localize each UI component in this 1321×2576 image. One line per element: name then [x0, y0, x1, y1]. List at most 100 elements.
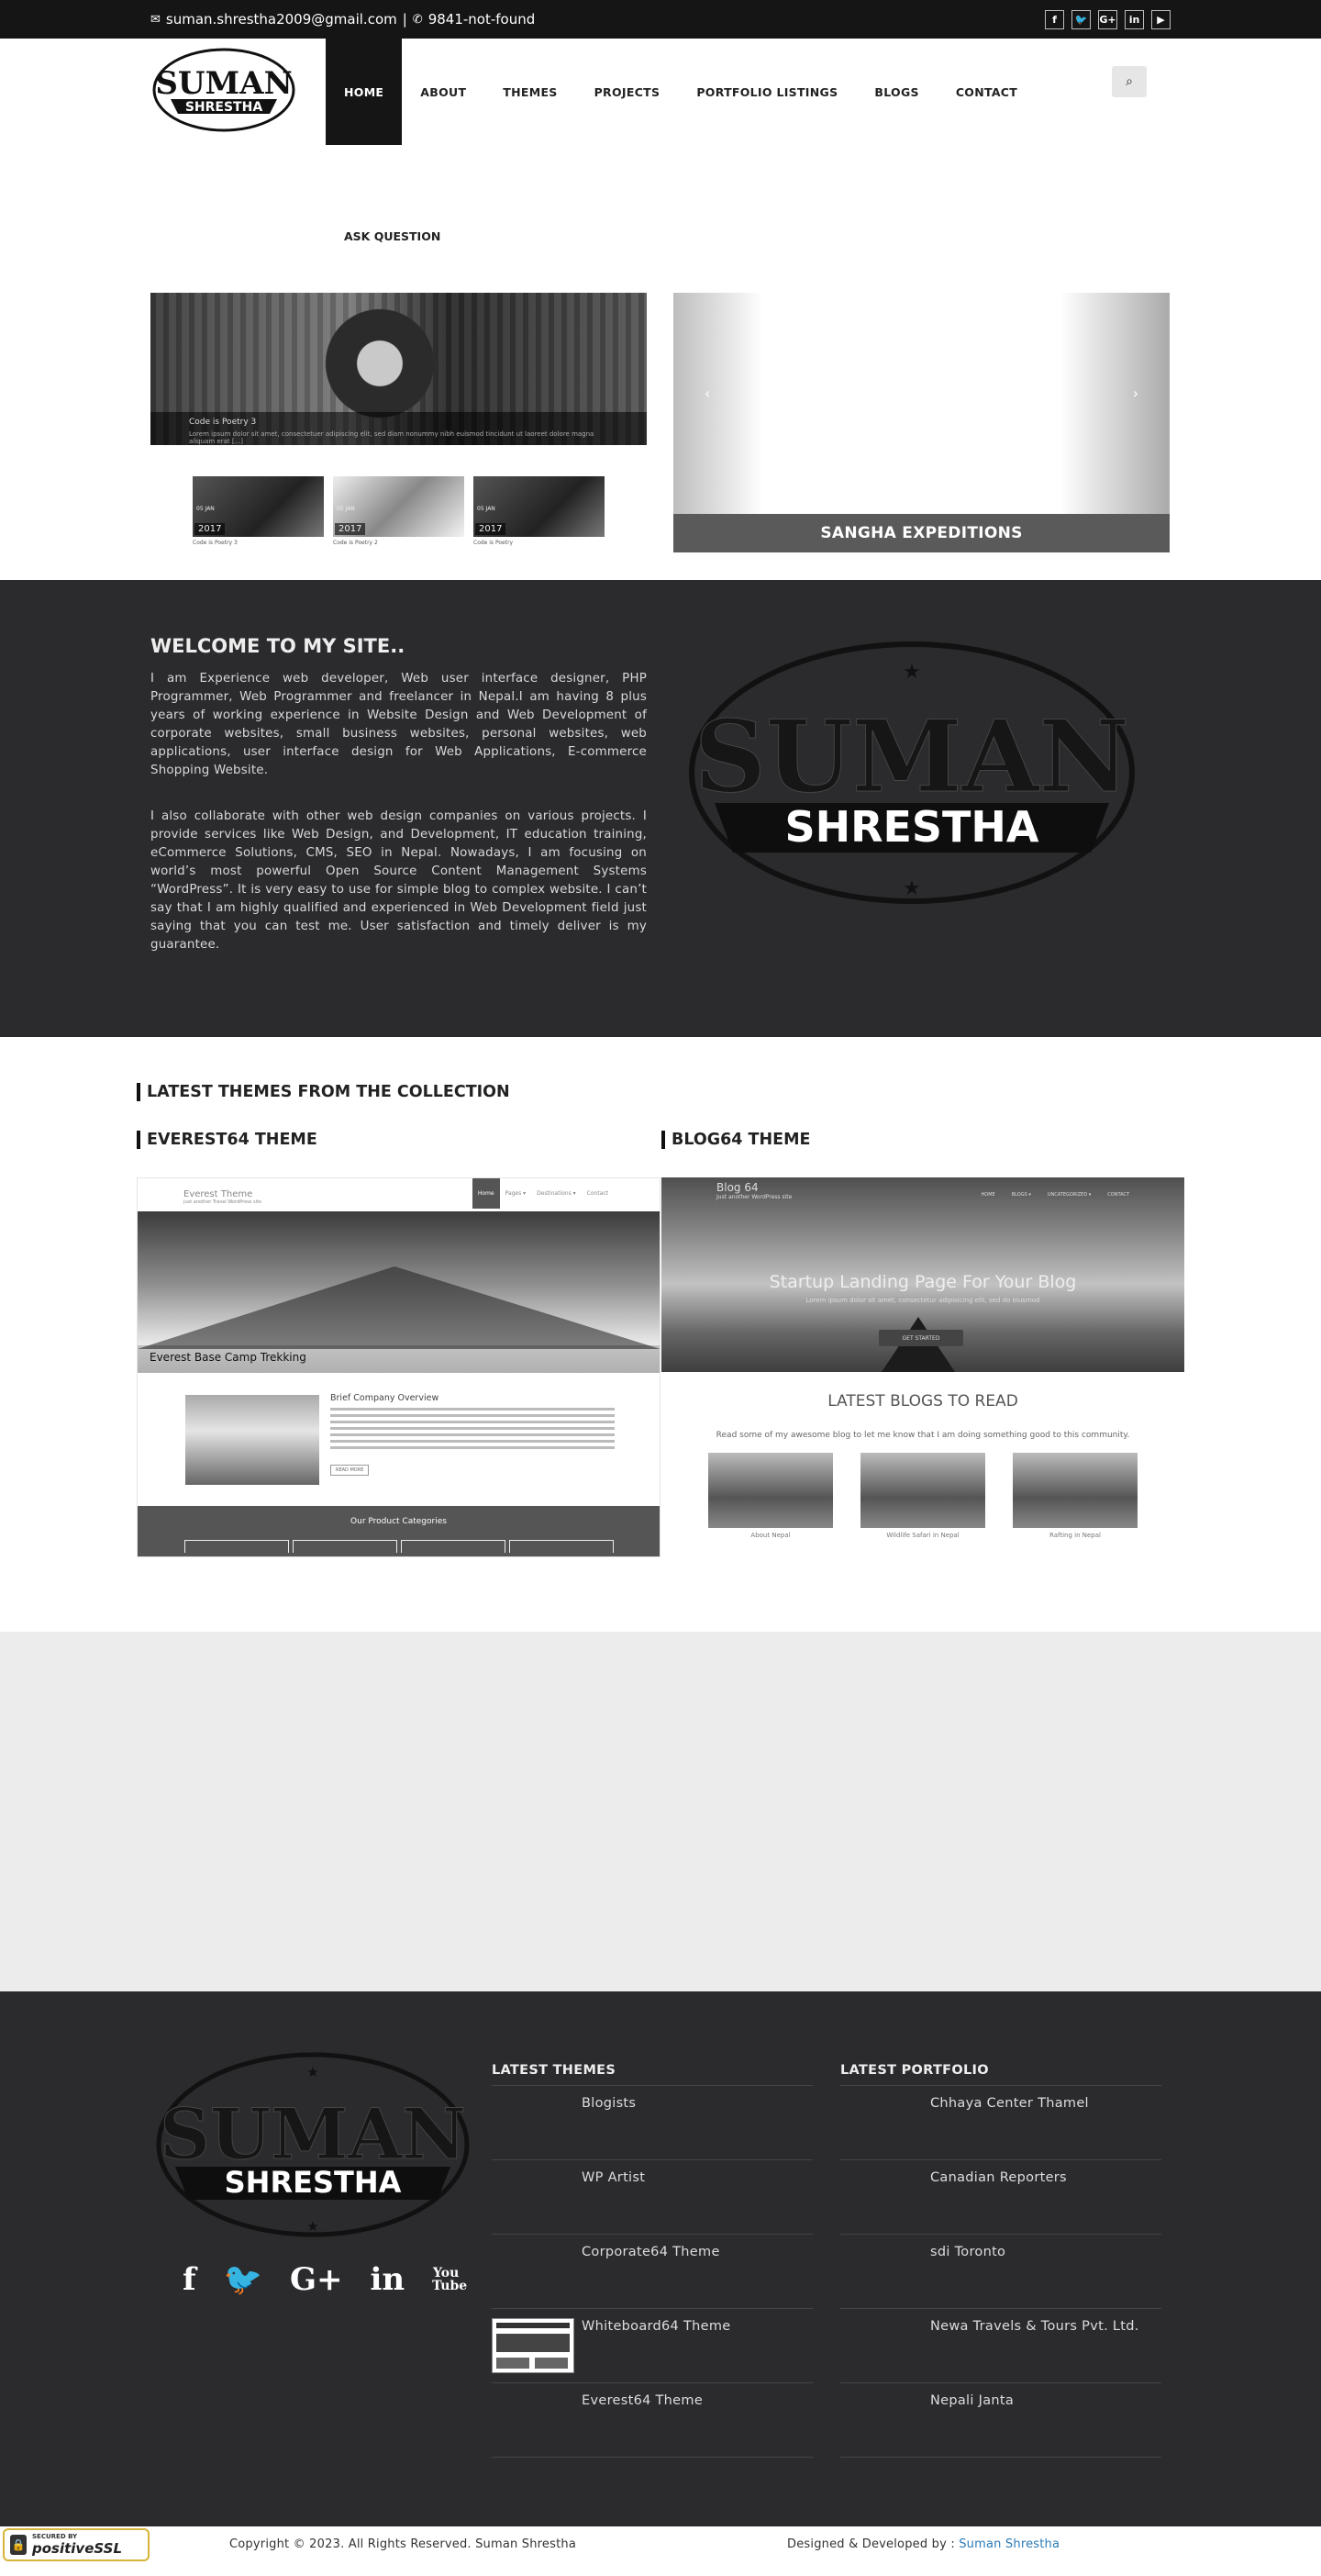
search-button[interactable]: ⌕: [1112, 66, 1147, 97]
menu-home[interactable]: HOME: [326, 39, 403, 145]
menu-ask-question[interactable]: ASK QUESTION: [344, 229, 440, 243]
facebook-icon[interactable]: f: [183, 2261, 196, 2298]
phone-icon: ✆: [412, 12, 423, 27]
preview-nav-item: Contact: [586, 1190, 608, 1197]
preview-nav-item: BLOGS ▾: [1011, 1192, 1031, 1198]
latest-theme-link[interactable]: Whiteboard64 Theme: [582, 2319, 731, 2334]
preview-hero: Blog 64 Just another WordPress site HOME …: [661, 1177, 1184, 1372]
welcome-paragraph-1: I am Experience web developer, Web user …: [150, 672, 647, 777]
portfolio-link[interactable]: sdi Toronto: [930, 2245, 1005, 2259]
slide-title[interactable]: Code is Poetry 3: [189, 418, 608, 427]
portfolio-link[interactable]: Newa Travels & Tours Pvt. Ltd.: [930, 2319, 1139, 2334]
site-logo[interactable]: SUMAN SHRESTHA: [150, 46, 297, 138]
featured-slider: Code is Poetry 3 Lorem ipsum dolor sit a…: [150, 293, 647, 552]
preview-banner: Everest Base Camp Trekking: [138, 1211, 660, 1373]
portfolio-link[interactable]: Chhaya Center Thamel: [930, 2096, 1089, 2111]
latest-themes-column: LATEST THEMES Blogists WP Artist Corpora…: [492, 2063, 813, 2458]
themes-section: LATEST THEMES FROM THE COLLECTION EVERES…: [137, 1037, 1184, 1632]
preview-tagline: Just another WordPress site: [716, 1194, 793, 1200]
twitter-icon[interactable]: 🐦: [1071, 9, 1091, 29]
preview-latest-sub: Read some of my awesome blog to let me k…: [716, 1431, 1130, 1440]
contact-info: ✉ suman.shrestha2009@gmail.com | ✆ 9841-…: [150, 11, 535, 28]
latest-theme-link[interactable]: Corporate64 Theme: [582, 2245, 720, 2259]
preview-categories-title: Our Product Categories: [350, 1517, 447, 1526]
preview-post-caption: Wildlife Safari in Nepal: [886, 1532, 960, 1539]
menu-themes[interactable]: THEMES: [484, 39, 575, 145]
hero-section: Code is Poetry 3 Lorem ipsum dolor sit a…: [150, 254, 1171, 580]
welcome-title: WELCOME TO MY SITE..: [150, 635, 405, 657]
email-link[interactable]: suman.shrestha2009@gmail.com: [166, 11, 397, 28]
carousel-caption[interactable]: SANGHA EXPEDITIONS: [673, 514, 1170, 552]
google-plus-icon[interactable]: G+: [1098, 9, 1117, 29]
top-social-links: f 🐦 G+ in ▶: [1045, 9, 1171, 29]
linkedin-icon[interactable]: in: [1125, 9, 1144, 29]
themes-section-title: LATEST THEMES FROM THE COLLECTION: [137, 1083, 510, 1101]
latest-theme-link[interactable]: WP Artist: [582, 2170, 645, 2185]
linkedin-icon[interactable]: in: [371, 2261, 405, 2298]
theme-thumbnail[interactable]: [492, 2318, 574, 2373]
menu-projects[interactable]: PROJECTS: [576, 39, 679, 145]
blog64-theme-preview[interactable]: Blog 64 Just another WordPress site HOME …: [661, 1177, 1184, 1557]
google-plus-icon[interactable]: G+: [290, 2261, 343, 2298]
slide-thumbnails: 05 JAN 2017 Code is Poetry 3 05 JAN 2017 C…: [193, 476, 647, 546]
list-item: Blogists: [492, 2086, 813, 2160]
preview-header: Everest Theme Just another Travel WordPr…: [138, 1178, 660, 1211]
thumb-label: Code is Poetry 2: [333, 540, 378, 546]
theme2-title[interactable]: BLOG64 THEME: [661, 1131, 810, 1149]
welcome-logo-sub-text: SHRESTHA: [784, 802, 1038, 852]
thumbnail-item[interactable]: 05 JAN 2017 Code is Poetry 2: [333, 476, 464, 546]
preview-nav-item: CONTACT: [1107, 1192, 1129, 1198]
designer-link[interactable]: Suman Shrestha: [959, 2537, 1060, 2551]
search-icon: ⌕: [1126, 74, 1133, 89]
preview-site-name: Everest Theme: [183, 1189, 253, 1199]
logo-text-main: SUMAN: [155, 65, 292, 102]
latest-theme-link[interactable]: Blogists: [582, 2096, 636, 2111]
svg-text:★: ★: [903, 877, 921, 900]
preview-site-name: Blog 64: [716, 1181, 759, 1194]
preview-categories: Our Product Categories: [138, 1506, 660, 1556]
twitter-icon[interactable]: 🐦: [224, 2261, 262, 2298]
preview-subline: Lorem ipsum dolor sit amet, consectetur …: [805, 1297, 1040, 1304]
preview-nav-item: Destinations ▾: [537, 1190, 576, 1197]
menu-blogs[interactable]: BLOGS: [856, 39, 937, 145]
carousel-prev-icon[interactable]: ‹: [705, 385, 710, 402]
ssl-badge[interactable]: 🔒 SECURED BY positiveSSL: [3, 2528, 150, 2561]
main-header: SUMAN SHRESTHA HOME ABOUT THEMES PROJECT…: [150, 39, 1171, 254]
carousel-next-icon[interactable]: ›: [1133, 385, 1138, 402]
portfolio-link[interactable]: Nepali Janta: [930, 2393, 1014, 2408]
thumb-label: Code is Poetry: [473, 540, 514, 546]
list-item: Corporate64 Theme: [492, 2235, 813, 2309]
slide-image: [325, 293, 435, 421]
preview-nav-item: HOME: [981, 1192, 995, 1198]
facebook-icon[interactable]: f: [1045, 9, 1064, 29]
preview-brief: Brief Company Overview READ MORE: [138, 1373, 660, 1485]
welcome-logo: ★ ★ SUMAN SHRESTHA: [687, 640, 1137, 906]
list-item: Canadian Reporters: [840, 2160, 1161, 2235]
theme1-title[interactable]: EVEREST64 THEME: [137, 1131, 317, 1149]
everest-theme-preview[interactable]: Everest Theme Just another Travel WordPr…: [137, 1177, 660, 1557]
thumbnail-item[interactable]: 05 JAN 2017 Code is Poetry: [473, 476, 605, 546]
logo-text-sub: SHRESTHA: [185, 100, 262, 115]
youtube-icon[interactable]: ▶: [1151, 9, 1171, 29]
thumbnail-item[interactable]: 05 JAN 2017 Code is Poetry 3: [193, 476, 324, 546]
menu-about[interactable]: ABOUT: [402, 39, 484, 145]
top-bar: ✉ suman.shrestha2009@gmail.com | ✆ 9841-…: [0, 0, 1321, 39]
latest-theme-link[interactable]: Everest64 Theme: [582, 2393, 703, 2408]
portfolio-carousel: ‹ › SANGHA EXPEDITIONS: [673, 293, 1170, 552]
featured-slide[interactable]: Code is Poetry 3 Lorem ipsum dolor sit a…: [150, 293, 647, 445]
youtube-icon[interactable]: You Tube: [432, 2267, 467, 2292]
preview-nav: HOME BLOGS ▾ UNCATEGORIZED ▾ CONTACT: [982, 1192, 1129, 1198]
empty-band: [0, 1632, 1321, 1991]
portfolio-link[interactable]: Canadian Reporters: [930, 2170, 1067, 2185]
menu-portfolio-listings[interactable]: PORTFOLIO LISTINGS: [678, 39, 856, 145]
preview-post-caption: About Nepal: [750, 1532, 791, 1539]
welcome-section: WELCOME TO MY SITE.. I am Experience web…: [0, 580, 1321, 1037]
svg-text:★: ★: [306, 2064, 318, 2080]
latest-portfolio-column: LATEST PORTFOLIO Chhaya Center Thamel Ca…: [840, 2063, 1161, 2458]
menu-contact[interactable]: CONTACT: [938, 39, 1036, 145]
list-item: Nepali Janta: [840, 2383, 1161, 2458]
preview-latest-title: LATEST BLOGS TO READ: [827, 1392, 1018, 1411]
list-item: sdi Toronto: [840, 2235, 1161, 2309]
welcome-text: I am Experience web developer, Web user …: [150, 670, 647, 982]
thumb-year: 2017: [335, 523, 366, 535]
